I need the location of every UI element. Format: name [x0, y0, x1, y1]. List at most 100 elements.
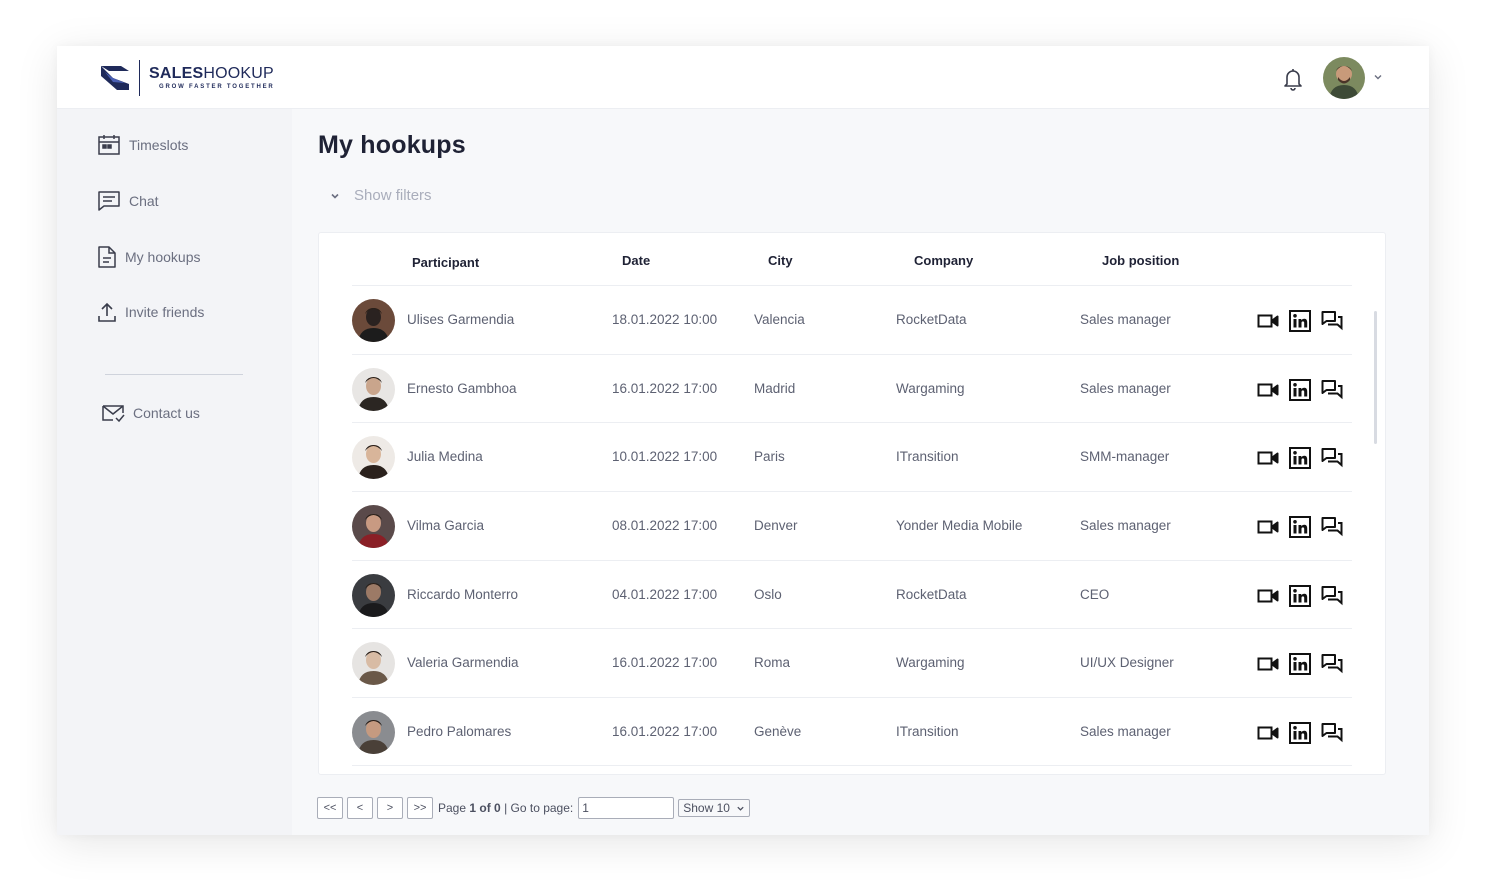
participant-name: Valeria Garmendia — [407, 655, 519, 671]
column-header-company[interactable]: Company — [914, 253, 973, 268]
cell-position: SMM-manager — [1080, 449, 1170, 465]
participant-avatar — [352, 711, 395, 755]
row-actions — [1257, 722, 1343, 745]
logo-divider — [139, 60, 140, 96]
bell-icon[interactable] — [1282, 67, 1304, 91]
brand-name: SALESHOOKUP — [149, 65, 274, 82]
cell-company: RocketData — [896, 312, 967, 327]
table-row[interactable]: Julia Medina 10.01.2022 17:00 Paris ITransi… — [352, 422, 1352, 491]
cell-city: Paris — [754, 449, 785, 465]
linkedin-icon[interactable] — [1289, 584, 1311, 607]
last-page-button[interactable]: >> — [407, 797, 433, 819]
sidebar-item-label: Contact us — [133, 405, 200, 421]
linkedin-icon[interactable] — [1289, 516, 1311, 539]
upload-icon — [98, 302, 116, 322]
profile-avatar[interactable] — [1323, 57, 1365, 99]
brand-logo[interactable]: SALESHOOKUP GROW FASTER TOGETHER — [99, 60, 275, 96]
table-row[interactable]: Vilma Garcia 08.01.2022 17:00 Denver Yonder… — [352, 491, 1352, 560]
cell-date: 18.01.2022 10:00 — [612, 312, 718, 327]
participant-name: Riccardo Monterro — [407, 586, 519, 602]
linkedin-icon[interactable] — [1289, 310, 1311, 332]
sidebar: Timeslots Chat My hookups Invite friends — [57, 109, 292, 835]
column-header-job-position[interactable]: Job position — [1102, 253, 1179, 268]
sidebar-item-my-hookups[interactable]: My hookups — [97, 245, 200, 269]
sidebar-item-timeslots[interactable]: Timeslots — [97, 133, 188, 157]
participant-avatar — [352, 299, 395, 342]
participant-name: Pedro Palomares — [407, 724, 512, 740]
chat-bubbles-icon[interactable] — [1321, 516, 1343, 538]
linkedin-icon[interactable] — [1289, 378, 1311, 401]
chat-bubbles-icon[interactable] — [1321, 585, 1343, 607]
cell-city: Madrid — [754, 380, 796, 396]
participant-name: Vilma Garcia — [407, 518, 485, 534]
participant-name: Ernesto Gambhoa — [407, 380, 517, 396]
video-icon[interactable] — [1257, 653, 1279, 675]
table-row[interactable]: Riccardo Monterro 04.01.2022 17:00 Oslo Roc… — [352, 559, 1352, 629]
chat-bubbles-icon[interactable] — [1321, 310, 1343, 332]
chat-icon — [98, 191, 120, 211]
chevron-down-icon[interactable] — [1373, 72, 1383, 82]
chevron-down-icon — [331, 193, 339, 199]
cell-city: Roma — [754, 655, 791, 671]
go-to-page-input[interactable] — [578, 797, 675, 819]
sidebar-item-contact-us[interactable]: Contact us — [101, 401, 200, 425]
previous-page-button[interactable]: < — [347, 797, 373, 819]
cell-company: Wargaming — [896, 380, 965, 396]
cell-city: Valencia — [754, 312, 805, 327]
cell-company: ITransition — [896, 449, 959, 465]
video-icon[interactable] — [1257, 447, 1279, 469]
sidebar-item-label: Chat — [129, 193, 159, 209]
cell-date: 08.01.2022 17:00 — [612, 518, 718, 534]
brand-tagline: GROW FASTER TOGETHER — [159, 84, 275, 90]
page-title: My hookups — [318, 131, 466, 159]
first-page-button[interactable]: << — [317, 797, 343, 819]
cell-city: Oslo — [754, 586, 782, 602]
calendar-icon — [98, 135, 120, 155]
next-page-button[interactable]: > — [377, 797, 403, 819]
video-icon[interactable] — [1257, 379, 1279, 401]
cell-position: Sales manager — [1080, 312, 1171, 327]
table-body: Ulises Garmendia 18.01.2022 10:00 Valencia… — [352, 285, 1352, 766]
table-row[interactable]: Ernesto Gambhoa 16.01.2022 17:00 Madrid War… — [352, 353, 1352, 423]
table-row[interactable]: Pedro Palomares 16.01.2022 17:00 Genève ITr… — [352, 697, 1352, 766]
participant-avatar — [352, 573, 395, 617]
cell-date: 10.01.2022 17:00 — [612, 449, 718, 465]
video-icon[interactable] — [1257, 310, 1279, 332]
video-icon[interactable] — [1257, 585, 1279, 607]
video-icon[interactable] — [1257, 722, 1279, 744]
linkedin-icon[interactable] — [1289, 447, 1311, 470]
cell-city: Denver — [754, 518, 798, 534]
linkedin-icon[interactable] — [1289, 722, 1311, 745]
chat-bubbles-icon[interactable] — [1321, 447, 1343, 469]
column-header-participant[interactable]: Participant — [412, 255, 479, 270]
linkedin-icon[interactable] — [1289, 653, 1311, 676]
sidebar-divider — [105, 374, 243, 375]
chat-bubbles-icon[interactable] — [1321, 379, 1343, 401]
table-row[interactable]: Ulises Garmendia 18.01.2022 10:00 Valencia… — [352, 285, 1352, 354]
hookups-table: Participant Date City Company Job positi… — [318, 232, 1386, 775]
mail-icon — [102, 405, 125, 423]
participant-name: Ulises Garmendia — [407, 312, 515, 327]
column-header-date[interactable]: Date — [622, 253, 650, 268]
cell-position: Sales manager — [1080, 724, 1171, 740]
table-scrollbar[interactable] — [1374, 311, 1377, 444]
cell-company: ITransition — [896, 724, 959, 740]
top-bar: SALESHOOKUP GROW FASTER TOGETHER — [57, 46, 1429, 109]
cell-position: UI/UX Designer — [1080, 655, 1174, 671]
app-window: SALESHOOKUP GROW FASTER TOGETHER Timeslo… — [57, 46, 1429, 835]
show-filters-label: Show filters — [354, 187, 432, 204]
page-size-select[interactable]: Show 10 — [678, 799, 750, 817]
sidebar-item-chat[interactable]: Chat — [97, 189, 159, 213]
sidebar-item-invite-friends[interactable]: Invite friends — [97, 300, 204, 324]
chat-bubbles-icon[interactable] — [1321, 722, 1343, 744]
table-row[interactable]: Valeria Garmendia 16.01.2022 17:00 Roma War… — [352, 628, 1352, 697]
row-actions — [1257, 310, 1343, 332]
participant-avatar — [352, 367, 395, 411]
participant-avatar — [352, 642, 395, 686]
show-filters-toggle[interactable]: Show filters — [330, 187, 432, 204]
logo-mark-icon — [101, 66, 129, 90]
cell-position: Sales manager — [1080, 380, 1171, 396]
chat-bubbles-icon[interactable] — [1321, 653, 1343, 675]
video-icon[interactable] — [1257, 516, 1279, 538]
column-header-city[interactable]: City — [768, 253, 793, 268]
